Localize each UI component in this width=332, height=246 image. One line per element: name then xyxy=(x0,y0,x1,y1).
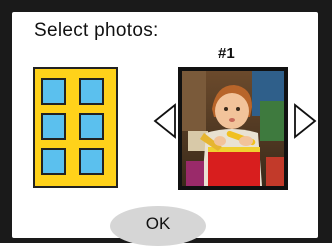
photo-thumbnail[interactable] xyxy=(178,67,288,190)
previous-photo-button[interactable] xyxy=(152,103,178,139)
layout-slot xyxy=(41,113,66,140)
triangle-right-icon xyxy=(294,103,317,139)
ok-button[interactable]: OK xyxy=(110,206,206,246)
triangle-left-icon xyxy=(153,103,176,139)
photo-image xyxy=(182,71,284,186)
layout-slot xyxy=(41,78,66,105)
layout-slot xyxy=(79,113,104,140)
screen-title: Select photos: xyxy=(34,20,159,41)
print-layout-preview[interactable] xyxy=(33,67,118,188)
layout-slot xyxy=(79,78,104,105)
next-photo-button[interactable] xyxy=(292,103,318,139)
layout-slot xyxy=(79,148,104,175)
device-frame: Select photos: #1 OK xyxy=(0,0,332,246)
screen: Select photos: #1 xyxy=(12,12,318,238)
photo-number: #1 xyxy=(218,45,235,62)
layout-slot xyxy=(41,148,66,175)
